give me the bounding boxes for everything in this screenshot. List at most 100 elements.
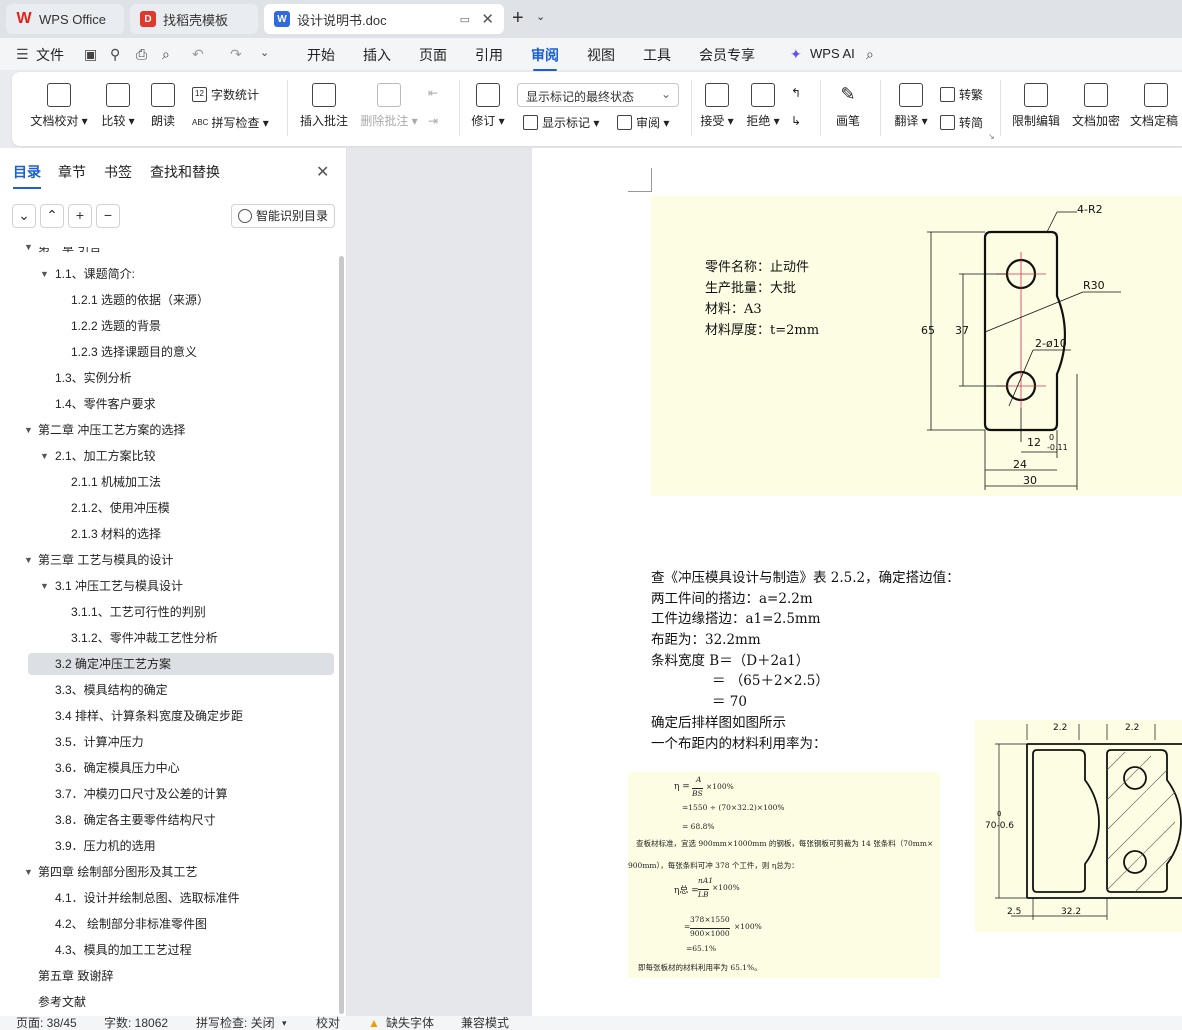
toc-item[interactable]: 3.5．计算冲压力: [55, 731, 144, 753]
toc-item[interactable]: 3.2 确定冲压工艺方案: [55, 653, 171, 675]
doc-finalize-button[interactable]: 文档定稿: [1130, 83, 1182, 129]
toc-item[interactable]: 1.2.2 选题的背景: [71, 315, 161, 337]
body-line[interactable]: 布距为：32.2mm: [651, 628, 761, 648]
redo-icon[interactable]: ↷: [230, 46, 242, 63]
status-missing-font[interactable]: 缺失字体: [386, 1016, 434, 1030]
status-spell-check[interactable]: 拼写检查: 关闭: [196, 1016, 275, 1030]
next-comment-icon[interactable]: ⇥: [428, 114, 438, 128]
toc-item[interactable]: 3.7．冲模刃口尺寸及公差的计算: [55, 783, 228, 805]
toc-item[interactable]: 2.1、加工方案比较: [55, 445, 156, 467]
body-line[interactable]: 一个布距内的材料利用率为：: [651, 732, 827, 752]
toc-item[interactable]: 1.1、课题简介:: [55, 263, 135, 285]
toc-item[interactable]: 3.1 冲压工艺与模具设计: [55, 575, 183, 597]
spell-check-button[interactable]: ABC 拼写检查 ▾: [192, 114, 269, 131]
toc-scrollbar-thumb[interactable]: [339, 256, 344, 1014]
toc-item[interactable]: 1.4、零件客户要求: [55, 393, 156, 415]
toc-item[interactable]: 参考文献: [38, 991, 86, 1013]
status-word-count[interactable]: 字数: 18062: [104, 1016, 168, 1030]
menu-view[interactable]: 视图: [587, 45, 615, 65]
toc-expand-toggle-icon[interactable]: ▼: [24, 867, 33, 877]
tab-bookmarks[interactable]: 书签: [104, 162, 132, 182]
menu-insert[interactable]: 插入: [363, 45, 391, 65]
menu-home[interactable]: 开始: [307, 45, 335, 65]
toc-item[interactable]: 第三章 工艺与模具的设计: [38, 549, 173, 571]
menu-wps-ai[interactable]: WPS AI: [810, 46, 855, 61]
tab-document[interactable]: W 设计说明书.doc ▭ ✕: [264, 4, 504, 34]
show-markup-button[interactable]: 显示标记 ▾: [523, 114, 599, 131]
close-panel-icon[interactable]: ✕: [316, 162, 329, 182]
toc-item[interactable]: 4.3、模具的加工工艺过程: [55, 939, 192, 961]
tab-list-chevron-icon[interactable]: ⌄: [536, 10, 545, 23]
status-page[interactable]: 页面: 38/45: [16, 1016, 77, 1030]
close-tab-icon[interactable]: ✕: [481, 10, 494, 28]
tab-find-replace[interactable]: 查找和替换: [150, 162, 220, 182]
add-heading-button[interactable]: +: [68, 204, 92, 228]
remove-heading-button[interactable]: −: [96, 204, 120, 228]
doc-check-button[interactable]: 文档校对 ▾: [28, 83, 90, 129]
tab-wps-office[interactable]: W WPS Office: [6, 4, 124, 34]
undo-icon[interactable]: ↶: [192, 46, 204, 63]
print-icon[interactable]: ⎙: [136, 46, 147, 63]
toc-item[interactable]: 第二章 冲压工艺方案的选择: [38, 419, 185, 441]
toc-expand-toggle-icon[interactable]: ▼: [40, 581, 49, 591]
delete-comment-button[interactable]: 删除批注 ▾: [358, 83, 420, 129]
toc-item[interactable]: 第四章 绘制部分图形及其工艺: [38, 861, 197, 883]
smart-toc-button[interactable]: 智能识别目录: [231, 204, 335, 228]
accept-button[interactable]: 接受 ▾: [698, 83, 736, 129]
hamburger-menu-icon[interactable]: ☰: [16, 46, 29, 63]
collapse-all-button[interactable]: ⌄: [12, 204, 36, 228]
compare-button[interactable]: 比较 ▾: [96, 83, 140, 129]
menu-file[interactable]: 文件: [36, 45, 64, 65]
revise-button[interactable]: 修订 ▾: [468, 83, 508, 129]
toc-item[interactable]: 3.4 排样、计算条料宽度及确定步距: [55, 705, 243, 727]
to-traditional-button[interactable]: 转繁: [940, 86, 983, 103]
menu-references[interactable]: 引用: [475, 45, 503, 65]
quick-access-more-icon[interactable]: ⌄: [260, 46, 269, 59]
save-icon[interactable]: ▣: [84, 46, 97, 63]
toc-item[interactable]: 4.1．设计并绘制总图、选取标准件: [55, 887, 240, 909]
toc-item[interactable]: 1.3、实例分析: [55, 367, 132, 389]
toc-item[interactable]: 2.1.1 机械加工法: [71, 471, 161, 493]
body-line[interactable]: 条料宽度 B＝（D＋2a1）: [651, 649, 809, 669]
menu-tools[interactable]: 工具: [643, 45, 671, 65]
toc-item[interactable]: 3.6．确定模具压力中心: [55, 757, 180, 779]
new-tab-icon[interactable]: +: [512, 7, 524, 30]
read-aloud-button[interactable]: 朗读: [148, 83, 178, 129]
tab-template[interactable]: D 找稻壳模板: [130, 4, 258, 34]
menu-review[interactable]: 审阅: [531, 45, 559, 71]
menu-page[interactable]: 页面: [419, 45, 447, 65]
expand-up-button[interactable]: ⌃: [40, 204, 64, 228]
body-line[interactable]: ＝ （65＋2×2.5）: [712, 669, 829, 689]
reject-button[interactable]: 拒绝 ▾: [744, 83, 782, 129]
previous-change-icon[interactable]: ↰: [791, 86, 801, 100]
chevron-down-icon[interactable]: ▾: [282, 1016, 287, 1030]
doc-encrypt-button[interactable]: 文档加密: [1070, 83, 1122, 129]
insert-comment-button[interactable]: 插入批注: [298, 83, 350, 129]
toc-expand-toggle-icon[interactable]: ▼: [24, 555, 33, 565]
body-line[interactable]: 确定后排样图如图所示: [651, 711, 786, 731]
toc-item[interactable]: 2.1.2、使用冲压模: [71, 497, 170, 519]
toc-item[interactable]: 2.1.3 材料的选择: [71, 523, 161, 545]
print-preview-icon[interactable]: ⌕: [162, 46, 170, 63]
group-expand-icon[interactable]: ↘: [988, 132, 995, 141]
toc-item[interactable]: 3.1.1、工艺可行性的判别: [71, 601, 206, 623]
toc-expand-toggle-icon[interactable]: ▼: [40, 451, 49, 461]
markup-state-select[interactable]: 显示标记的最终状态 ⌄: [517, 83, 679, 107]
status-proofread[interactable]: 校对: [316, 1016, 340, 1030]
tab-toc[interactable]: 目录: [13, 162, 41, 189]
share-icon[interactable]: ⚲: [110, 46, 120, 63]
monitor-icon[interactable]: ▭: [460, 13, 470, 26]
wps-ai-icon[interactable]: ✦: [790, 46, 802, 63]
restrict-edit-button[interactable]: 限制编辑: [1010, 83, 1062, 129]
toc-item[interactable]: 3.9．压力机的选用: [55, 835, 156, 857]
body-line[interactable]: ＝ 70: [712, 690, 747, 710]
translate-button[interactable]: 翻译 ▾: [890, 83, 932, 129]
toc-item[interactable]: 4.2、 绘制部分非标准零件图: [55, 913, 207, 935]
document-page[interactable]: 零件名称：止动件 生产批量：大批 材料：A3 材料厚度：t=2mm 4-R2 R…: [532, 148, 1182, 1016]
toc-item[interactable]: 1.2.3 选择课题目的意义: [71, 341, 197, 363]
tab-sections[interactable]: 章节: [58, 162, 86, 182]
pen-button[interactable]: ✎ 画笔: [830, 83, 866, 129]
review-pane-button[interactable]: 审阅 ▾: [617, 114, 669, 131]
toc-item[interactable]: 3.1.2、零件冲裁工艺性分析: [71, 627, 218, 649]
toc-expand-toggle-icon[interactable]: ▼: [40, 269, 49, 279]
